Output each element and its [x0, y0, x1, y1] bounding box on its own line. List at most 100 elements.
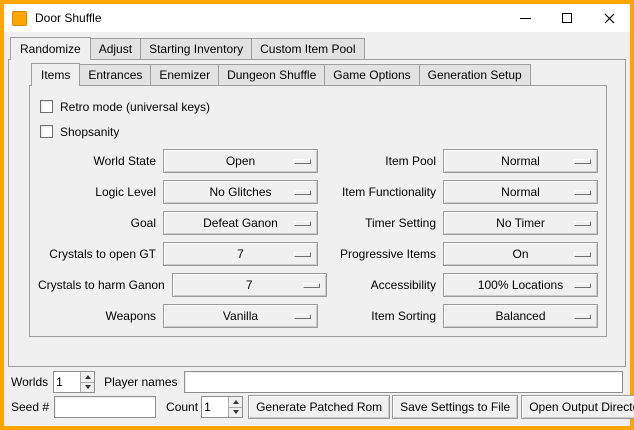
tab-randomize[interactable]: Randomize	[10, 37, 91, 60]
items-panel: Retro mode (universal keys) Shopsanity W…	[29, 85, 607, 337]
sub-tabbar: Items Entrances Enemizer Dungeon Shuffle…	[29, 62, 607, 85]
options-form: World State Open Logic Level No Glitches	[38, 149, 598, 335]
player-names-label: Player names	[104, 375, 177, 389]
generate-patched-rom-button[interactable]: Generate Patched Rom	[248, 395, 390, 419]
world-state-value: Open	[226, 154, 255, 168]
dropdown-indicator-icon	[574, 252, 591, 257]
close-icon	[604, 13, 615, 24]
tab-dungeon-shuffle[interactable]: Dungeon Shuffle	[218, 64, 325, 85]
count-label: Count	[166, 400, 198, 414]
spin-up-button[interactable]	[229, 397, 242, 407]
weapons-dropdown[interactable]: Vanilla	[163, 304, 318, 328]
item-sorting-value: Balanced	[495, 309, 545, 323]
spin-down-button[interactable]	[229, 407, 242, 418]
count-input[interactable]	[202, 397, 228, 417]
dropdown-indicator-icon	[294, 314, 311, 319]
retro-mode-checkbox-row[interactable]: Retro mode (universal keys)	[40, 94, 598, 119]
weapons-value: Vanilla	[223, 309, 258, 323]
dropdown-indicator-icon	[294, 252, 311, 257]
worlds-row: Worlds Player names	[11, 371, 623, 393]
crystals-ganon-dropdown[interactable]: 7	[172, 273, 327, 297]
world-state-label: World State	[38, 154, 163, 168]
crystals-ganon-row: Crystals to harm Ganon 7	[38, 273, 318, 297]
item-pool-row: Item Pool Normal	[318, 149, 598, 173]
progressive-items-dropdown[interactable]: On	[443, 242, 598, 266]
item-pool-value: Normal	[501, 154, 540, 168]
tab-enemizer[interactable]: Enemizer	[150, 64, 219, 85]
count-spin-arrows	[228, 397, 242, 417]
tab-entrances[interactable]: Entrances	[79, 64, 151, 85]
bottom-bar: Worlds Player names Seed # Count	[8, 367, 626, 426]
crystals-gt-value: 7	[237, 247, 244, 261]
worlds-spinbox[interactable]	[53, 371, 95, 393]
logic-level-value: No Glitches	[209, 185, 271, 199]
item-sorting-label: Item Sorting	[318, 309, 443, 323]
accessibility-row: Accessibility 100% Locations	[318, 273, 598, 297]
goal-label: Goal	[38, 216, 163, 230]
dropdown-indicator-icon	[574, 190, 591, 195]
player-names-input[interactable]	[184, 371, 624, 393]
timer-setting-value: No Timer	[496, 216, 545, 230]
minimize-button[interactable]	[504, 4, 546, 32]
crystals-gt-dropdown[interactable]: 7	[163, 242, 318, 266]
item-sorting-row: Item Sorting Balanced	[318, 304, 598, 328]
item-functionality-dropdown[interactable]: Normal	[443, 180, 598, 204]
retro-mode-checkbox[interactable]	[40, 100, 53, 113]
spin-up-icon	[85, 375, 91, 379]
titlebar: Door Shuffle	[4, 4, 630, 32]
tab-game-options[interactable]: Game Options	[324, 64, 419, 85]
dropdown-indicator-icon	[574, 159, 591, 164]
dropdown-indicator-icon	[294, 190, 311, 195]
spin-down-button[interactable]	[81, 382, 94, 393]
item-sorting-dropdown[interactable]: Balanced	[443, 304, 598, 328]
goal-dropdown[interactable]: Defeat Ganon	[163, 211, 318, 235]
item-pool-label: Item Pool	[318, 154, 443, 168]
progressive-items-label: Progressive Items	[318, 247, 443, 261]
door-shuffle-window: Door Shuffle Randomize Adjust Starting I…	[0, 0, 634, 430]
progressive-items-value: On	[512, 247, 528, 261]
crystals-ganon-label: Crystals to harm Ganon	[38, 278, 172, 292]
sub-notebook: Items Entrances Enemizer Dungeon Shuffle…	[29, 62, 607, 337]
tab-adjust[interactable]: Adjust	[90, 38, 141, 59]
goal-row: Goal Defeat Ganon	[38, 211, 318, 235]
seed-row: Seed # Count Generate Patched Rom Save S…	[11, 395, 623, 419]
tab-custom-item-pool[interactable]: Custom Item Pool	[251, 38, 364, 59]
seed-input[interactable]	[54, 396, 156, 418]
logic-level-dropdown[interactable]: No Glitches	[163, 180, 318, 204]
save-settings-button[interactable]: Save Settings to File	[392, 395, 518, 419]
randomize-panel: Items Entrances Enemizer Dungeon Shuffle…	[8, 59, 626, 367]
tab-generation-setup[interactable]: Generation Setup	[419, 64, 531, 85]
spin-up-button[interactable]	[81, 372, 94, 382]
close-button[interactable]	[588, 4, 630, 32]
world-state-dropdown[interactable]: Open	[163, 149, 318, 173]
options-left-column: World State Open Logic Level No Glitches	[38, 149, 318, 335]
weapons-label: Weapons	[38, 309, 163, 323]
worlds-spin-arrows	[80, 372, 94, 392]
main-tabbar: Randomize Adjust Starting Inventory Cust…	[8, 36, 626, 59]
dropdown-indicator-icon	[574, 314, 591, 319]
accessibility-dropdown[interactable]: 100% Locations	[443, 273, 598, 297]
tab-items[interactable]: Items	[31, 63, 80, 86]
shopsanity-checkbox-row[interactable]: Shopsanity	[40, 119, 598, 144]
app-icon	[12, 11, 27, 26]
count-spinbox[interactable]	[201, 396, 243, 418]
timer-setting-dropdown[interactable]: No Timer	[443, 211, 598, 235]
worlds-input[interactable]	[54, 372, 80, 392]
timer-setting-label: Timer Setting	[318, 216, 443, 230]
shopsanity-checkbox[interactable]	[40, 125, 53, 138]
shopsanity-label: Shopsanity	[60, 125, 119, 139]
crystals-gt-label: Crystals to open GT	[38, 247, 163, 261]
dropdown-indicator-icon	[294, 159, 311, 164]
open-output-directory-button[interactable]: Open Output Directory	[521, 395, 634, 419]
item-pool-dropdown[interactable]: Normal	[443, 149, 598, 173]
maximize-button[interactable]	[546, 4, 588, 32]
dropdown-indicator-icon	[303, 283, 320, 288]
accessibility-label: Accessibility	[318, 278, 443, 292]
weapons-row: Weapons Vanilla	[38, 304, 318, 328]
spin-down-icon	[85, 385, 91, 389]
crystals-gt-row: Crystals to open GT 7	[38, 242, 318, 266]
options-right-column: Item Pool Normal Item Functionality Norm…	[318, 149, 598, 335]
tab-starting-inventory[interactable]: Starting Inventory	[140, 38, 252, 59]
item-functionality-value: Normal	[501, 185, 540, 199]
logic-level-label: Logic Level	[38, 185, 163, 199]
